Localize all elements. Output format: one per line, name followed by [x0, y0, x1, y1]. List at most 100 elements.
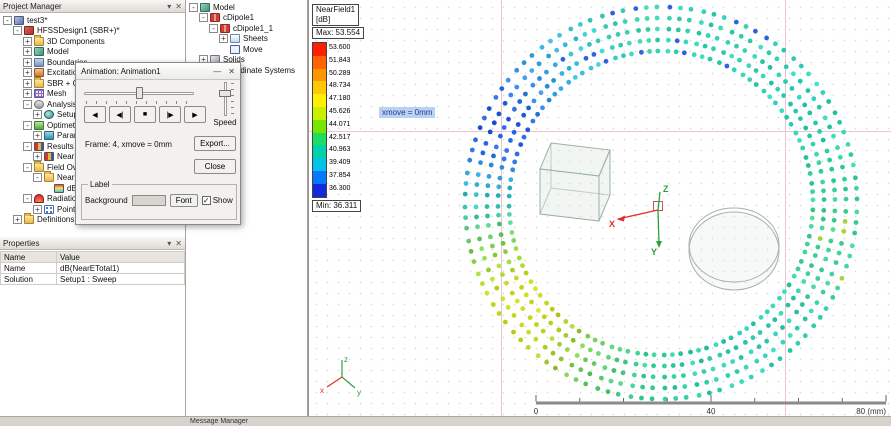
animation-dialog: Animation: Animation1 — ✕ Speed ◀◀|■|▶▶ … [75, 62, 241, 225]
expand-icon[interactable]: + [33, 110, 42, 119]
frame-slider[interactable] [84, 86, 194, 104]
model-icon [200, 3, 210, 12]
close-icon[interactable]: ✕ [228, 67, 235, 76]
scale-band [313, 56, 326, 69]
show-checkbox[interactable]: ✓ Show [202, 196, 233, 205]
sheets-icon [230, 34, 240, 43]
scale-value: 45.626 [329, 106, 350, 119]
step-forward-button[interactable]: |▶ [159, 106, 181, 123]
legend-max: Max: 53.554 [312, 27, 364, 39]
properties-column-header: Value [57, 252, 185, 263]
legend-unit: [dB] [316, 15, 355, 25]
expand-icon[interactable]: + [23, 58, 32, 67]
background-color-button[interactable] [132, 195, 166, 206]
tree-item-move[interactable]: Move [186, 44, 307, 55]
report-icon [44, 152, 54, 161]
export-button[interactable]: Export... [194, 136, 236, 151]
property-row[interactable]: SolutionSetup1 : Sweep [1, 274, 185, 285]
expand-icon[interactable]: + [219, 34, 228, 43]
tree-item-cdipole1[interactable]: -cDipole1 [186, 13, 307, 24]
frame-slider-thumb[interactable] [136, 87, 143, 99]
scale-value: 44.071 [329, 119, 350, 132]
tree-item-cdipole1-1[interactable]: -cDipole1_1 [186, 23, 307, 34]
collapse-icon[interactable]: - [23, 100, 32, 109]
dialog-title: Animation: Animation1 [81, 67, 206, 76]
expand-icon[interactable]: + [23, 37, 32, 46]
cylinder-3d[interactable] [689, 208, 779, 290]
triad-y-label: y [357, 388, 361, 397]
property-row[interactable]: NamedB(NearETotal1) [1, 263, 185, 274]
property-cell: dB(NearETotal1) [57, 263, 185, 274]
tree-item-test3[interactable]: - test3* [0, 15, 185, 26]
radiation-icon [34, 194, 44, 203]
close-icon[interactable]: ✕ [175, 238, 182, 249]
scale-value: 48.734 [329, 80, 350, 93]
collapse-icon[interactable]: - [189, 3, 198, 12]
play-button[interactable]: ▶ [184, 106, 206, 123]
axes-triad: z x y [320, 355, 361, 397]
tree-item-model[interactable]: -Model [186, 2, 307, 13]
play-reverse-button[interactable]: ◀ [84, 106, 106, 123]
properties-column-header: Name [1, 252, 57, 263]
ruler: 0 40 80 (mm) [534, 395, 887, 416]
tree-item-sheets[interactable]: +Sheets [186, 34, 307, 45]
speed-slider-ticks [231, 83, 234, 115]
application-window: Project Manager ▾ ✕ -test3*-HFSSDesign1 … [0, 0, 891, 426]
stop-button[interactable]: ■ [134, 106, 156, 123]
viewport-3d[interactable]: X Y Z z x y 0 40 80 (mm) [308, 0, 891, 416]
scale-band [313, 107, 326, 120]
speed-slider-thumb[interactable] [219, 90, 231, 97]
panel-title: Project Manager [3, 2, 62, 11]
triad-z-label: z [344, 355, 348, 364]
expand-icon[interactable]: + [23, 47, 32, 56]
collapse-icon[interactable]: - [13, 26, 22, 35]
tree-item-label: test3* [27, 16, 47, 25]
tree-item-model[interactable]: + Model [0, 47, 185, 58]
folder2-icon [34, 163, 44, 172]
chevron-down-icon[interactable]: ▾ [167, 238, 171, 249]
label-group-title: Label [88, 180, 112, 189]
font-button[interactable]: Font [170, 194, 198, 207]
speed-slider[interactable] [218, 82, 234, 116]
box-3d[interactable] [540, 143, 610, 221]
tree-item-label: Model [47, 47, 69, 56]
collapse-icon[interactable]: - [23, 163, 32, 172]
status-bar: Message Manager [0, 416, 891, 426]
expand-icon[interactable]: + [13, 215, 22, 224]
setup-icon [44, 110, 54, 119]
tree-item-label: Definitions [37, 215, 74, 224]
scale-band [313, 81, 326, 94]
dialog-titlebar[interactable]: Animation: Animation1 — ✕ [76, 63, 240, 80]
tree-item-3d-components[interactable]: +3D Components [0, 36, 185, 47]
close-button[interactable]: Close [194, 159, 236, 174]
collapse-icon[interactable]: - [23, 142, 32, 151]
label-group: Label Background Font ✓ Show [81, 180, 237, 220]
field-legend: NearField1 [dB] Max: 53.554 53.60051.843… [312, 4, 364, 213]
status-label: Message Manager [190, 418, 248, 425]
tree-item-hfssdesign1-sbr[interactable]: - HFSSDesign1 (SBR+)* [0, 26, 185, 37]
expand-icon[interactable]: + [23, 79, 32, 88]
results-icon [34, 142, 44, 151]
expand-icon[interactable]: + [33, 205, 42, 214]
tree-item-label: HFSSDesign1 (SBR+)* [37, 26, 119, 35]
expand-icon[interactable]: + [23, 89, 32, 98]
collapse-icon[interactable]: - [23, 121, 32, 130]
ruler-label-40: 40 [707, 407, 716, 416]
tree-item-label: Move [243, 45, 263, 54]
show-label: Show [213, 196, 233, 205]
expand-icon[interactable]: + [23, 68, 32, 77]
collapse-icon[interactable]: - [209, 24, 218, 33]
collapse-icon[interactable]: - [33, 173, 42, 182]
chevron-down-icon[interactable]: ▾ [167, 1, 171, 12]
collapse-icon[interactable]: - [3, 16, 12, 25]
collapse-icon[interactable]: - [199, 13, 208, 22]
expand-icon[interactable]: + [33, 131, 42, 140]
property-cell: Name [1, 263, 57, 274]
step-back-button[interactable]: ◀| [109, 106, 131, 123]
close-icon[interactable]: ✕ [175, 1, 182, 12]
plot-icon [54, 184, 64, 193]
move-icon [230, 45, 240, 54]
minimize-icon[interactable]: — [213, 67, 221, 76]
collapse-icon[interactable]: - [23, 194, 32, 203]
frame-slider-ticks [86, 101, 192, 104]
